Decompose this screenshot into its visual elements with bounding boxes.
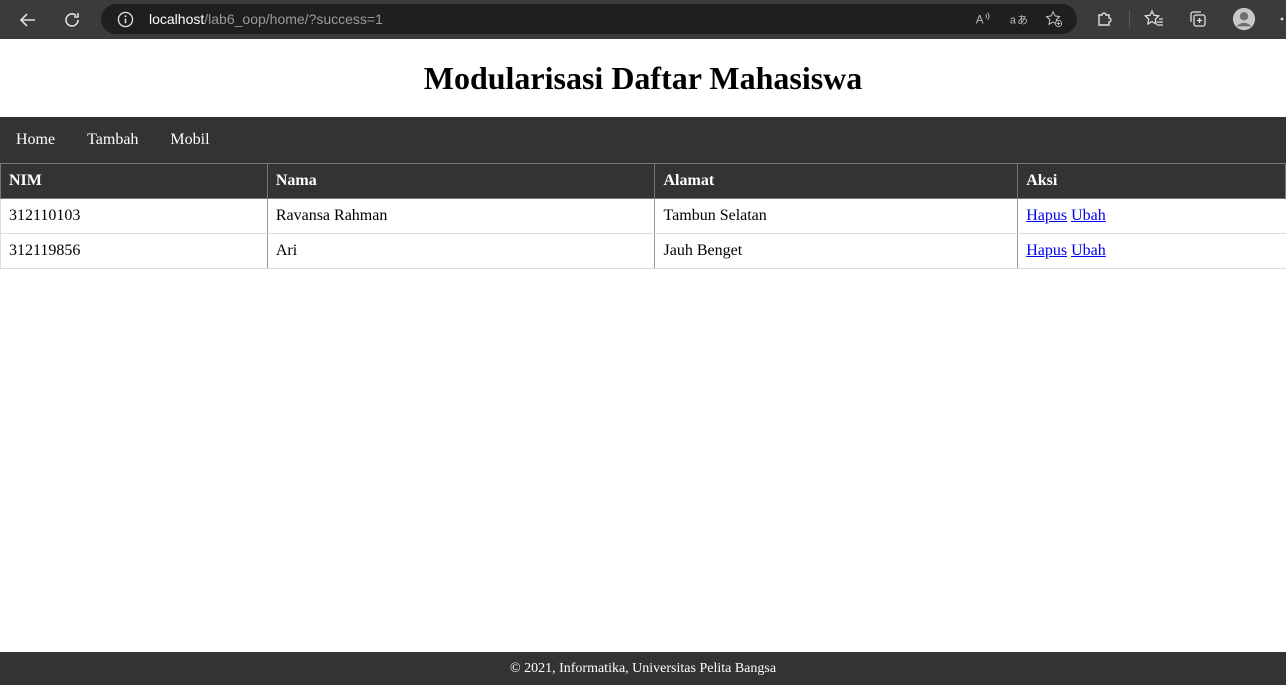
svg-text:あ: あ xyxy=(1017,14,1027,27)
cell-nama: Ravansa Rahman xyxy=(266,198,655,234)
table-row: 312119856 Ari Jauh Benget Hapus Ubah xyxy=(0,233,1286,269)
more-menu-button[interactable] xyxy=(1270,7,1286,31)
ubah-link[interactable]: Ubah xyxy=(1071,242,1106,259)
browser-toolbar: localhost/lab6_oop/home/?success=1 A aあ xyxy=(0,0,1286,39)
cell-aksi: Hapus Ubah xyxy=(1017,198,1286,234)
table-header-row: NIM Nama Alamat Aksi xyxy=(0,163,1286,199)
url-path: /lab6_oop/home/?success=1 xyxy=(204,11,383,27)
favorites-button[interactable] xyxy=(1142,7,1166,31)
cell-nim: 312110103 xyxy=(0,198,268,234)
column-header-nama: Nama xyxy=(266,163,656,199)
nav-tambah-link[interactable]: Tambah xyxy=(71,117,154,163)
page-title: Modularisasi Daftar Mahasiswa xyxy=(423,59,863,96)
read-aloud-icon: A xyxy=(976,12,990,27)
back-button[interactable] xyxy=(14,6,42,34)
url-text[interactable]: localhost/lab6_oop/home/?success=1 xyxy=(149,11,383,27)
cell-alamat: Tambun Selatan xyxy=(654,198,1018,234)
svg-text:A: A xyxy=(976,14,984,27)
star-add-icon xyxy=(1045,10,1063,28)
svg-text:a: a xyxy=(1010,15,1016,27)
page-footer: © 2021, Informatika, Universitas Pelita … xyxy=(0,652,1286,685)
url-host: localhost xyxy=(149,11,205,27)
cell-nama: Ari xyxy=(266,233,655,269)
hapus-link[interactable]: Hapus xyxy=(1026,242,1067,259)
table-row: 312110103 Ravansa Rahman Tambun Selatan … xyxy=(0,198,1286,234)
page-header: Modularisasi Daftar Mahasiswa xyxy=(0,39,1286,117)
mahasiswa-table: NIM Nama Alamat Aksi 312110103 Ravansa R… xyxy=(0,163,1286,269)
nav-home-link[interactable]: Home xyxy=(0,117,71,163)
puzzle-icon xyxy=(1098,12,1112,26)
collections-icon xyxy=(1190,11,1206,27)
avatar-icon xyxy=(1232,7,1256,31)
ellipsis-icon xyxy=(1280,17,1284,21)
read-aloud-button[interactable]: A xyxy=(973,9,993,29)
toolbar-divider xyxy=(1129,10,1130,28)
ubah-link[interactable]: Ubah xyxy=(1071,207,1106,224)
column-header-aksi: Aksi xyxy=(1017,163,1286,199)
collections-button[interactable] xyxy=(1186,7,1210,31)
cell-nim: 312119856 xyxy=(0,233,268,269)
column-header-alamat: Alamat xyxy=(654,163,1019,199)
extensions-button[interactable] xyxy=(1093,7,1117,31)
cell-aksi: Hapus Ubah xyxy=(1017,233,1286,269)
add-favorite-button[interactable] xyxy=(1044,9,1064,29)
cell-alamat: Jauh Benget xyxy=(654,233,1018,269)
profile-button[interactable] xyxy=(1231,6,1257,32)
translate-icon: aあ xyxy=(1010,14,1027,27)
address-bar[interactable]: localhost/lab6_oop/home/?success=1 A aあ xyxy=(101,4,1077,34)
refresh-icon xyxy=(65,13,79,27)
main-nav: Home Tambah Mobil xyxy=(0,117,1286,163)
refresh-button[interactable] xyxy=(58,6,86,34)
hapus-link[interactable]: Hapus xyxy=(1026,207,1067,224)
info-icon[interactable] xyxy=(117,11,134,28)
favorites-icon xyxy=(1144,9,1163,26)
footer-text: © 2021, Informatika, Universitas Pelita … xyxy=(509,660,777,676)
nav-mobil-link[interactable]: Mobil xyxy=(154,117,225,163)
column-header-nim: NIM xyxy=(0,163,268,199)
arrow-left-icon xyxy=(19,13,35,27)
translate-button[interactable]: aあ xyxy=(1008,9,1028,29)
